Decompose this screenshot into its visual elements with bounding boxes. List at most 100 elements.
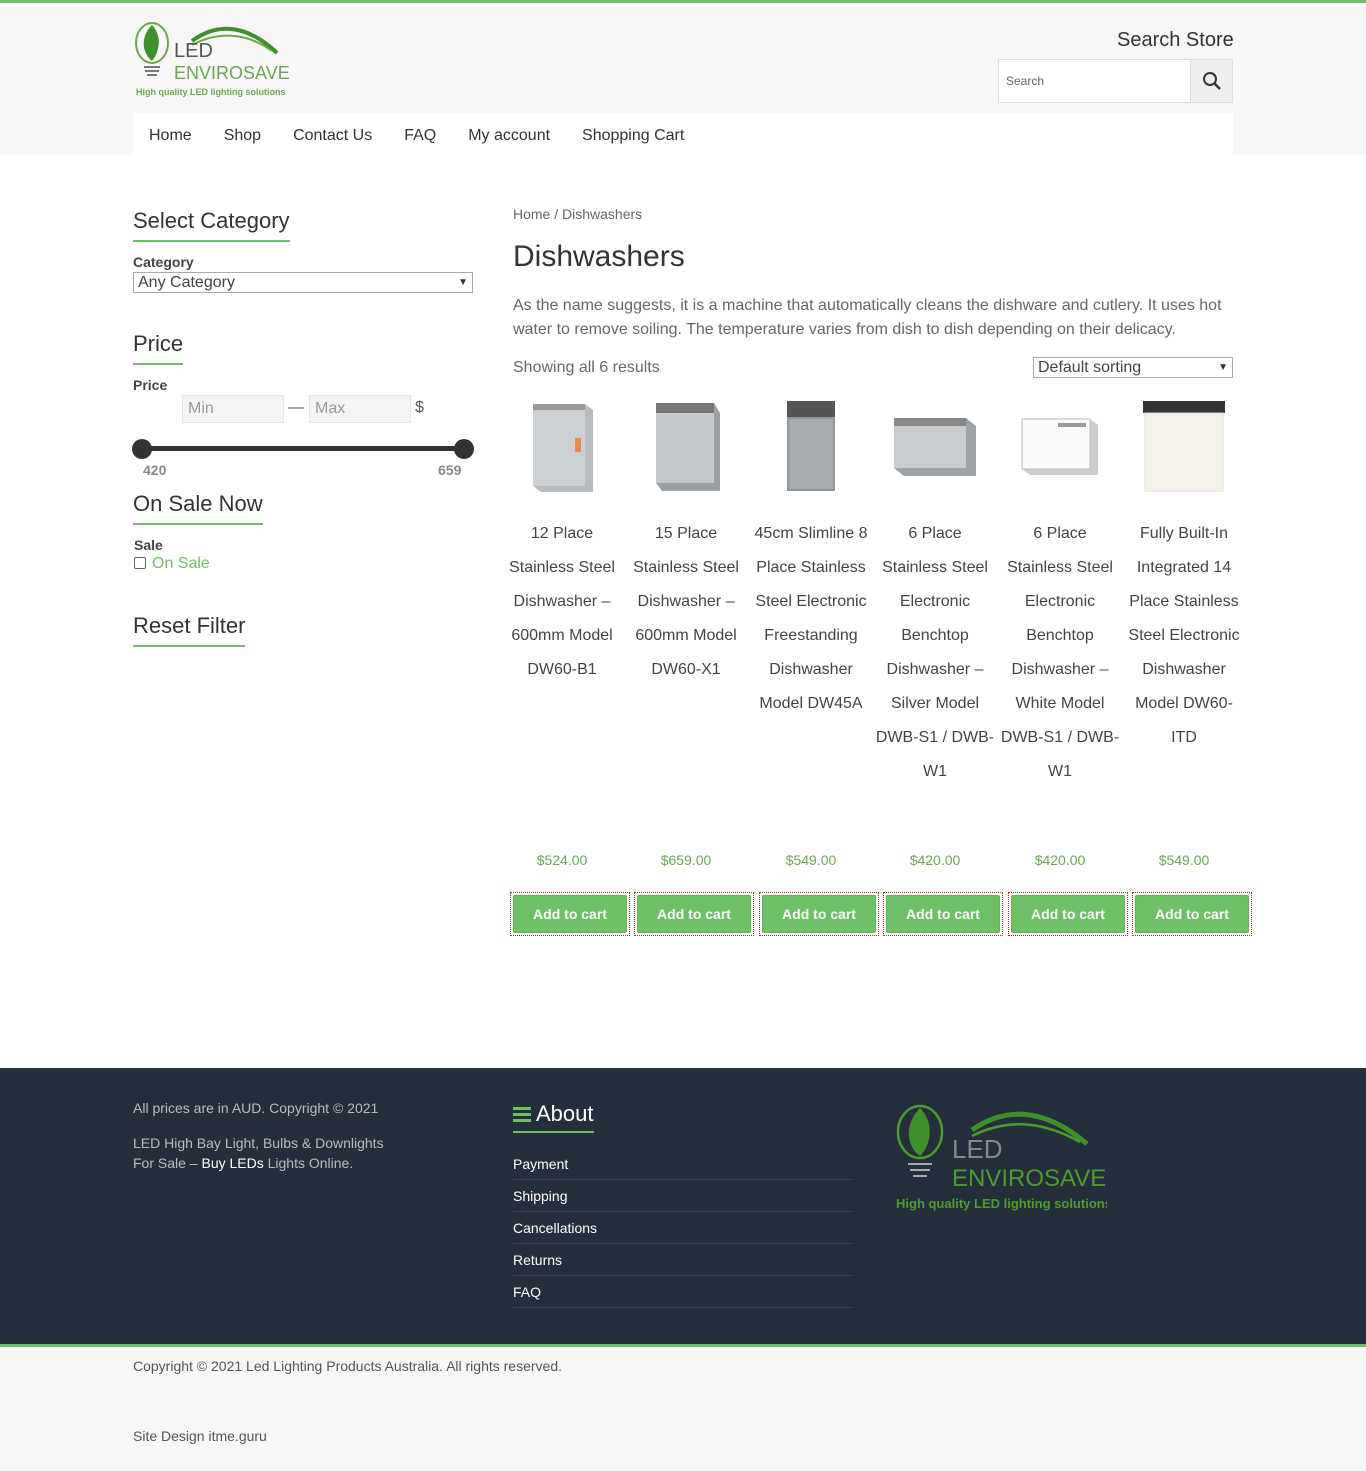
search-button[interactable] [1190,60,1232,102]
currency-symbol: $ [415,399,424,416]
product-title[interactable]: 12 Place Stainless Steel Dishwasher – 60… [501,517,623,687]
dishwasher-image [1143,401,1225,492]
site-logo[interactable]: LED ENVIROSAVE High quality LED lighting… [132,19,292,103]
price-max-input[interactable]: Max [309,395,411,423]
product-image[interactable] [631,395,741,495]
nav-contact-us[interactable]: Contact Us [293,127,372,145]
breadcrumb[interactable]: Home / Dishwashers [513,206,642,222]
product-price: $549.00 [1158,852,1210,868]
nav-shop[interactable]: Shop [224,127,261,145]
add-to-cart-button[interactable]: Add to cart [886,895,1000,933]
product-card: Fully Built-In Integrated 14 Place Stain… [1128,395,1240,746]
dishwasher-image [533,404,593,492]
product-card: 12 Place Stainless Steel Dishwasher – 60… [507,395,617,678]
chevron-down-icon: ▼ [1218,362,1228,373]
product-card: 6 Place Stainless Steel Electronic Bench… [876,395,994,780]
nav-my-account[interactable]: My account [468,127,550,145]
about-links: Payment Shipping Cancellations Returns F… [513,1148,853,1308]
category-widget-title: Select Category [133,208,290,242]
add-to-cart-button[interactable]: Add to cart [513,895,627,933]
search-form [998,59,1233,103]
product-image[interactable] [1005,395,1115,495]
price-widget-title: Price [133,331,184,365]
product-price: $420.00 [1034,852,1086,868]
price-slider-min-handle[interactable] [132,439,152,459]
add-to-cart-wrapper: Add to cart [1132,892,1252,936]
dishwasher-image [894,418,976,476]
reset-filter-title[interactable]: Reset Filter [133,613,246,647]
sort-select-value: Default sorting [1038,358,1142,376]
nav-shopping-cart[interactable]: Shopping Cart [582,127,684,145]
about-title-text: About [536,1101,594,1126]
product-price: $659.00 [660,852,712,868]
product-title[interactable]: 6 Place Stainless Steel Electronic Bench… [874,517,996,789]
add-to-cart-button[interactable]: Add to cart [1135,895,1249,933]
svg-text:LED: LED [174,40,213,62]
footer-logo: LED ENVIROSAVE High quality LED lighting… [892,1102,1112,1214]
on-sale-checkbox[interactable] [134,557,146,569]
dishwasher-image [656,403,720,491]
dishwasher-image [787,401,835,491]
product-image[interactable] [756,395,866,495]
on-sale-link[interactable]: On Sale [152,555,210,573]
category-label: Category [133,254,194,270]
nav-faq[interactable]: FAQ [404,127,436,145]
category-select[interactable]: Any Category ▼ [133,272,473,293]
add-to-cart-button[interactable]: Add to cart [637,895,751,933]
add-to-cart-button[interactable]: Add to cart [1011,895,1125,933]
product-image[interactable] [507,395,617,495]
category-description: As the name suggests, it is a machine th… [513,297,1222,338]
bottom-copyright: Copyright © 2021 Led Lighting Products A… [133,1358,562,1374]
add-to-cart-wrapper: Add to cart [634,892,754,936]
product-title[interactable]: 45cm Slimline 8 Place Stainless Steel El… [750,517,872,721]
footer-seo-pre: For Sale – [133,1155,202,1171]
footer-seo-line2: For Sale – Buy LEDs Lights Online. [133,1153,353,1173]
product-image[interactable] [1129,395,1239,495]
price-slider-track[interactable] [141,446,465,451]
footer-link-cancellations[interactable]: Cancellations [513,1212,853,1244]
product-image[interactable] [880,395,990,495]
product-title[interactable]: Fully Built-In Integrated 14 Place Stain… [1123,517,1245,755]
page-title: Dishwashers [513,240,685,273]
footer-seo-post: Lights Online. [263,1155,354,1171]
price-label: Price [133,377,168,393]
sort-select[interactable]: Default sorting ▼ [1033,357,1233,378]
footer-link-payment[interactable]: Payment [513,1148,853,1180]
price-min-input[interactable]: Min [182,395,284,423]
slider-max-value: 659 [438,462,462,478]
product-card: 15 Place Stainless Steel Dishwasher – 60… [631,395,741,678]
sale-label: Sale [134,537,163,553]
leaf-bulb-icon: LED ENVIROSAVE High quality LED lighting… [135,22,290,97]
add-to-cart-wrapper: Add to cart [759,892,879,936]
nav-home[interactable]: Home [149,127,192,145]
price-slider-max-handle[interactable] [454,439,474,459]
footer-link-returns[interactable]: Returns [513,1244,853,1276]
add-to-cart-wrapper: Add to cart [883,892,1003,936]
menu-icon [513,1107,531,1122]
footer-link-shipping[interactable]: Shipping [513,1180,853,1212]
svg-text:High quality LED lighting solu: High quality LED lighting solutions [136,87,286,97]
add-to-cart-wrapper: Add to cart [510,892,630,936]
svg-text:ENVIROSAVE: ENVIROSAVE [952,1165,1106,1192]
footer-seo-line1: LED High Bay Light, Bulbs & Downlights [133,1135,384,1151]
category-select-value: Any Category [138,273,235,291]
site-header: LED ENVIROSAVE High quality LED lighting… [0,0,1366,158]
product-price: $549.00 [785,852,837,868]
buy-leds-link[interactable]: Buy LEDs [201,1155,263,1171]
product-card: 45cm Slimline 8 Place Stainless Steel El… [755,395,867,712]
result-count: Showing all 6 results [513,359,660,376]
site-design-credit[interactable]: Site Design itme.guru [133,1428,267,1444]
product-title[interactable]: 15 Place Stainless Steel Dishwasher – 60… [625,517,747,687]
leaf-bulb-icon: LED ENVIROSAVE High quality LED lighting… [896,1104,1112,1211]
main-nav: Home Shop Contact Us FAQ My account Shop… [133,113,1233,158]
add-to-cart-button[interactable]: Add to cart [762,895,876,933]
search-input[interactable] [999,60,1190,102]
add-to-cart-wrapper: Add to cart [1008,892,1128,936]
footer-link-faq[interactable]: FAQ [513,1276,853,1308]
product-price: $524.00 [536,852,588,868]
svg-text:ENVIROSAVE: ENVIROSAVE [174,63,290,83]
product-title[interactable]: 6 Place Stainless Steel Electronic Bench… [999,517,1121,789]
svg-text:LED: LED [952,1134,1003,1164]
dishwasher-image [1021,418,1098,475]
about-widget-title: About [513,1101,594,1133]
